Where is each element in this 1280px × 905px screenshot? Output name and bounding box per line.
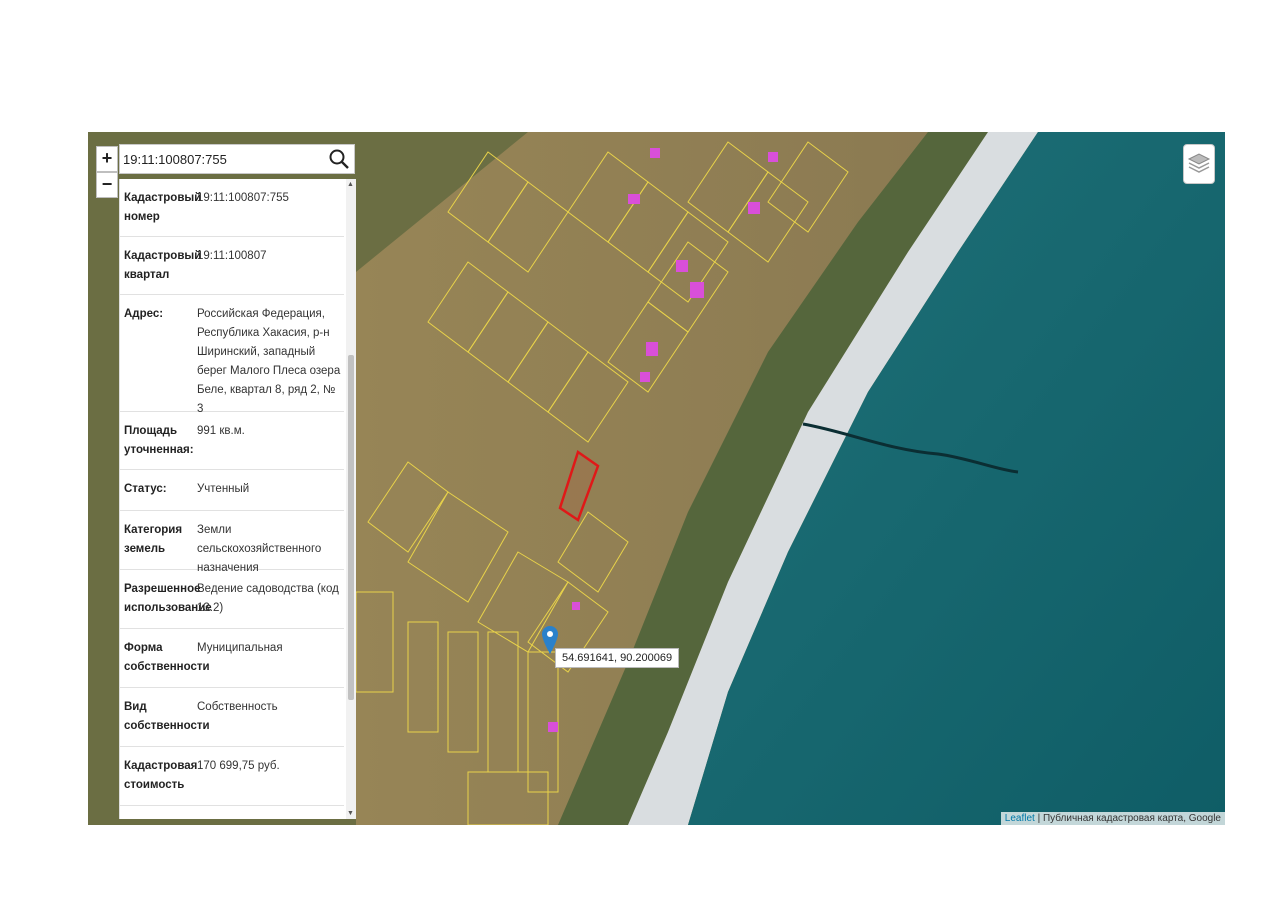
leaflet-link[interactable]: Leaflet: [1005, 813, 1035, 824]
zoom-out-button[interactable]: −: [96, 172, 118, 198]
info-row-area: Площадь уточненная: 991 кв.м.: [120, 412, 344, 470]
info-value: 19:11:100807: [197, 250, 267, 262]
scroll-down-arrow-icon[interactable]: ▼: [347, 810, 354, 817]
info-value: Ведение садоводства (код 13.2): [197, 583, 339, 614]
info-label: Разрешенное использование: [124, 583, 212, 614]
info-row-ownership-form: Форма собственности Муниципальная: [120, 629, 344, 688]
search-input[interactable]: [120, 145, 323, 173]
info-row-permitted-use: Разрешенное использование Ведение садово…: [120, 570, 344, 629]
attribution-text: | Публичная кадастровая карта, Google: [1034, 813, 1221, 824]
info-value: 170 699,75 руб.: [197, 760, 280, 772]
info-value: Собственность: [197, 701, 278, 713]
info-panel: Кадастровый номер 19:11:100807:755 Кадас…: [119, 179, 356, 819]
info-row-land-category: Категория земель Земли сельскохозяйствен…: [120, 511, 344, 574]
info-label: Форма собственности: [124, 642, 210, 673]
info-value: Российская Федерация, Республика Хакасия…: [197, 308, 341, 415]
info-label: Кадастровая стоимость: [124, 760, 198, 791]
info-row-cadastral-number: Кадастровый номер 19:11:100807:755: [120, 179, 344, 237]
info-label: Кадастровый номер: [124, 192, 202, 223]
info-value: 19:11:100807:755: [197, 192, 289, 204]
info-label: Кадастровый квартал: [124, 250, 202, 281]
info-row-address: Адрес: Российская Федерация, Республика …: [120, 295, 344, 415]
info-value: 991 кв.м.: [197, 425, 245, 437]
info-value: Муниципальная: [197, 642, 283, 654]
info-label: Категория земель: [124, 524, 183, 555]
scroll-thumb[interactable]: [348, 355, 354, 700]
map-attribution: Leaflet | Публичная кадастровая карта, G…: [1000, 812, 1225, 825]
info-value: Учтенный: [197, 483, 250, 495]
info-label: Площадь уточненная:: [124, 425, 194, 456]
zoom-in-button[interactable]: +: [96, 146, 118, 172]
marker-coordinates-popup: 54.691641, 90.200069: [555, 648, 680, 668]
layers-icon: [1187, 153, 1211, 173]
info-row-cadastral-value: Кадастровая стоимость 170 699,75 руб.: [120, 747, 344, 806]
info-label: Вид собственности: [124, 701, 210, 732]
layers-control[interactable]: [1183, 144, 1215, 184]
info-row-status: Статус: Учтенный: [120, 470, 344, 511]
search-icon[interactable]: [328, 148, 350, 170]
info-label: Статус:: [124, 483, 167, 495]
search-box: [119, 144, 355, 174]
panel-scrollbar[interactable]: ▲ ▼: [346, 179, 356, 819]
info-label: Адрес:: [124, 308, 164, 320]
info-row-ownership-type: Вид собственности Собственность: [120, 688, 344, 747]
info-row-cadastral-quarter: Кадастровый квартал 19:11:100807: [120, 237, 344, 295]
scroll-up-arrow-icon[interactable]: ▲: [347, 181, 354, 188]
info-rows: Кадастровый номер 19:11:100807:755 Кадас…: [120, 179, 344, 806]
map-view[interactable]: + − Кадастровый номер 19:11:100807:755 К…: [88, 132, 1225, 825]
